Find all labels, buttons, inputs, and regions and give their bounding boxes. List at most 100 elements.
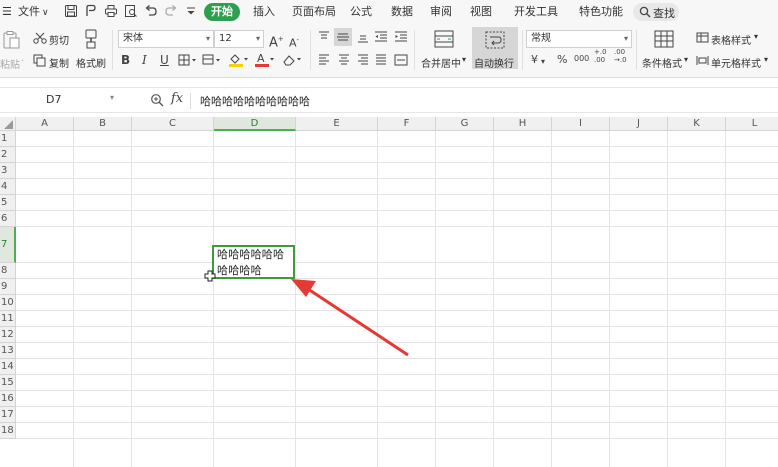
cell-style-label[interactable]: 单元格样式 xyxy=(711,55,761,70)
paste-label[interactable]: 粘贴 xyxy=(0,56,20,71)
ribbon-separator xyxy=(112,30,113,70)
copy-label[interactable]: 复制 xyxy=(49,55,69,70)
font-name-value: 宋体 xyxy=(123,33,143,44)
ribbon-separator xyxy=(636,30,637,70)
format-painter-icon[interactable] xyxy=(82,29,100,49)
increase-decimal-button[interactable]: +.0 .00 xyxy=(594,48,607,64)
file-menu[interactable]: 文件 xyxy=(18,5,40,19)
distributed-align-icon[interactable] xyxy=(394,54,408,66)
ribbon-separator xyxy=(414,30,415,70)
tab-page-layout[interactable]: 页面布局 xyxy=(292,5,336,19)
underline-button[interactable]: U xyxy=(160,52,169,68)
cell-style-dropdown-icon[interactable]: ▾ xyxy=(764,55,768,64)
paste-dropdown-icon[interactable]: · xyxy=(21,56,24,67)
chevron-down-icon: ▾ xyxy=(205,34,210,43)
search-button[interactable]: 查找 xyxy=(633,3,679,21)
insert-function-button[interactable]: fx xyxy=(171,91,183,106)
font-name-select[interactable]: 宋体 ▾ xyxy=(118,30,214,48)
conditional-format-icon[interactable] xyxy=(654,30,674,48)
svg-text:A: A xyxy=(257,52,265,65)
tab-data[interactable]: 数据 xyxy=(391,5,413,19)
justify-icon[interactable] xyxy=(375,54,387,66)
undo-icon[interactable] xyxy=(144,4,158,18)
align-center-icon[interactable] xyxy=(338,54,350,66)
percent-button[interactable]: % xyxy=(557,52,567,68)
file-menu-chevron-icon[interactable]: ∨ xyxy=(42,6,49,20)
paste-icon[interactable] xyxy=(2,30,22,50)
grow-font-button[interactable]: A+ xyxy=(269,31,284,51)
wrap-text-label: 自动换行 xyxy=(474,59,514,70)
borders-icon[interactable] xyxy=(178,54,198,66)
fill-color-icon[interactable] xyxy=(228,52,250,68)
align-top-icon[interactable] xyxy=(318,31,330,43)
customize-toolbar-icon[interactable] xyxy=(184,4,198,18)
ribbon-separator xyxy=(522,30,523,70)
increase-indent-icon[interactable] xyxy=(394,31,408,43)
formula-input[interactable]: 哈哈哈哈哈哈哈哈哈哈 xyxy=(200,93,310,109)
name-box[interactable]: D7 ▾ xyxy=(4,91,116,109)
search-label: 查找 xyxy=(653,7,675,20)
cut-label[interactable]: 剪切 xyxy=(49,32,69,47)
zoom-icon[interactable] xyxy=(150,93,164,107)
tab-special-features[interactable]: 特色功能 xyxy=(579,5,623,19)
decrease-indent-icon[interactable] xyxy=(374,31,388,43)
redo-icon[interactable] xyxy=(164,4,178,18)
merge-center-dropdown-icon[interactable]: ▾ xyxy=(462,55,466,64)
bold-button[interactable]: B xyxy=(121,52,130,68)
save-icon[interactable] xyxy=(64,4,78,18)
font-size-select[interactable]: 12 ▾ xyxy=(214,30,264,48)
tab-formulas[interactable]: 公式 xyxy=(350,5,372,19)
search-icon xyxy=(639,6,651,18)
spreadsheet-grid[interactable]: A B C D E F G H I J K L 1 2 3 4 5 6 7 8 9 10 11 12 13 14 15 16 17 18 … xyxy=(0,117,778,467)
chevron-down-icon: ▾ xyxy=(255,34,260,43)
currency-button[interactable]: ¥ xyxy=(531,52,538,68)
thousands-separator-button[interactable]: 000 xyxy=(574,51,589,67)
shrink-font-label: A xyxy=(289,36,297,50)
tab-home[interactable]: 开始 xyxy=(204,3,240,21)
chevron-down-icon: ▾ xyxy=(109,93,114,102)
menu-bar: ☰ 文件 ∨ 开始 插入 页面布局 公式 数据 审阅 视图 开发工具 特色功能 … xyxy=(0,0,778,26)
merge-center-label[interactable]: 合并居中 xyxy=(421,55,461,70)
table-style-icon[interactable] xyxy=(696,32,709,43)
tab-view[interactable]: 视图 xyxy=(470,5,492,19)
tab-review[interactable]: 审阅 xyxy=(430,5,452,19)
tab-insert[interactable]: 插入 xyxy=(253,5,275,19)
ribbon-home: 粘贴 · 剪切 复制 格式刷 宋体 ▾ 12 ▾ A+ A- B I U A 合… xyxy=(0,26,778,78)
hamburger-menu-icon[interactable]: ☰ xyxy=(2,5,12,19)
copy-icon[interactable] xyxy=(33,54,46,67)
font-size-value: 12 xyxy=(219,33,232,44)
grow-font-label: A xyxy=(269,35,278,51)
merge-center-icon[interactable] xyxy=(434,30,454,48)
conditional-format-dropdown-icon[interactable]: ▾ xyxy=(684,55,688,64)
print-preview-icon[interactable] xyxy=(124,4,138,18)
clear-format-icon[interactable] xyxy=(282,53,304,67)
tab-developer[interactable]: 开发工具 xyxy=(514,5,558,19)
align-right-icon[interactable] xyxy=(357,54,369,66)
chevron-down-icon: ▾ xyxy=(623,34,628,43)
ribbon-separator xyxy=(310,30,311,70)
cell-fill-pattern-icon[interactable] xyxy=(202,54,222,66)
decrease-decimal-button[interactable]: .00 →.0 xyxy=(614,48,627,64)
number-format-value: 常规 xyxy=(531,33,551,44)
formula-bar: D7 ▾ fx 哈哈哈哈哈哈哈哈哈哈 xyxy=(0,87,778,113)
export-pdf-icon[interactable] xyxy=(84,4,98,18)
format-painter-label[interactable]: 格式刷 xyxy=(76,55,106,70)
table-style-label[interactable]: 表格样式 xyxy=(711,32,751,47)
currency-dropdown-icon[interactable]: ▾ xyxy=(541,54,545,70)
align-bottom-icon[interactable] xyxy=(357,31,369,43)
table-style-dropdown-icon[interactable]: ▾ xyxy=(754,32,758,41)
cut-icon[interactable] xyxy=(33,32,47,44)
number-format-select[interactable]: 常规 ▾ xyxy=(526,30,632,48)
conditional-format-label[interactable]: 条件格式 xyxy=(642,55,682,70)
cell-style-icon[interactable] xyxy=(696,55,709,66)
name-box-value: D7 xyxy=(46,93,62,106)
print-icon[interactable] xyxy=(104,4,118,18)
annotation-arrow xyxy=(291,279,409,357)
font-color-icon[interactable]: A xyxy=(254,52,276,68)
wrap-text-icon xyxy=(485,31,505,49)
align-middle-icon[interactable] xyxy=(334,28,352,46)
shrink-font-button[interactable]: A- xyxy=(289,32,299,52)
wrap-text-button[interactable]: 自动换行 xyxy=(472,27,518,70)
align-left-icon[interactable] xyxy=(318,54,330,66)
italic-button[interactable]: I xyxy=(142,52,147,68)
